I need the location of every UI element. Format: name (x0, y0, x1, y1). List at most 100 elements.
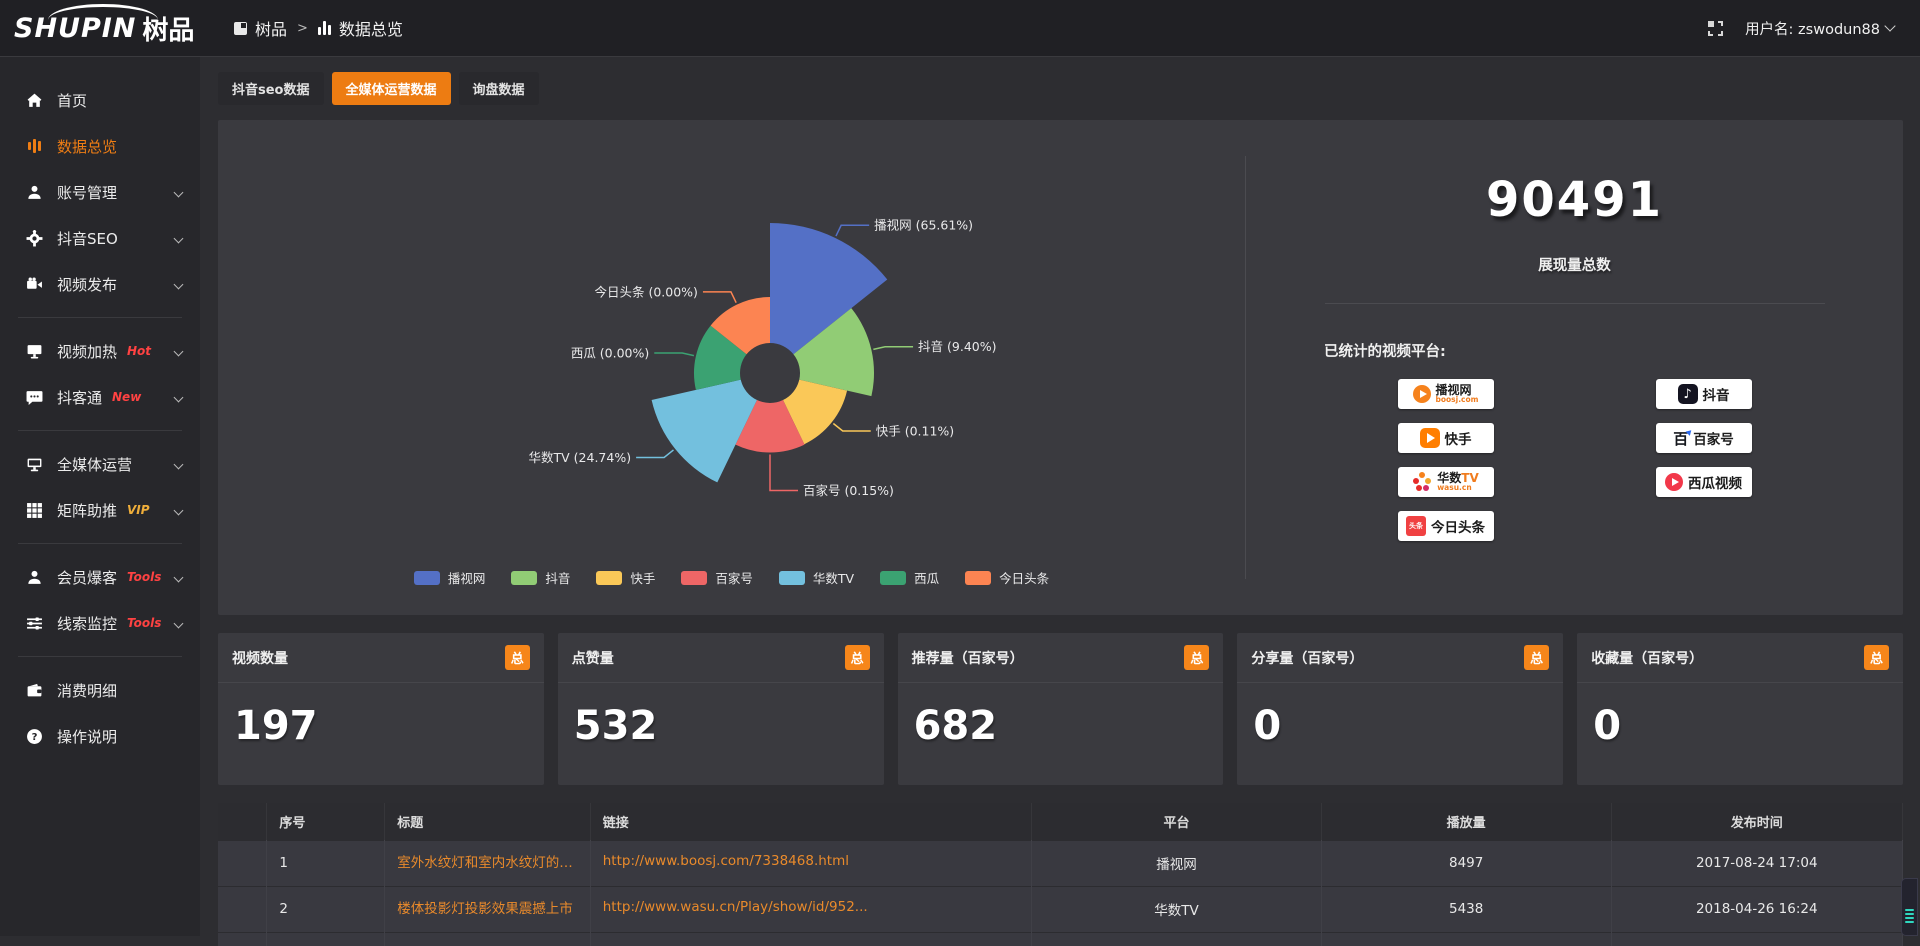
platform-badges: 播视网 boosj.com 快手 华数TV wasu.cn (1246, 379, 1903, 541)
sidebar-item-operation-guide[interactable]: ? 操作说明 (0, 713, 200, 759)
sidebar-divider (18, 656, 182, 657)
boosj-logo-icon (1413, 385, 1431, 403)
stat-title: 推荐量（百家号） (912, 648, 1024, 668)
tab-omnimedia-operation-data[interactable]: 全媒体运营数据 (332, 72, 451, 105)
column-header-link: 链接 (590, 803, 1031, 840)
user-menu[interactable]: 用户名: zswodun88 (1745, 18, 1894, 39)
platform-badge-xigua[interactable]: 西瓜视频 (1656, 467, 1752, 497)
breadcrumb-root[interactable]: 树品 (255, 16, 287, 40)
platform-badge-baijiahao[interactable]: 百 百家号 (1656, 423, 1752, 453)
sidebar-divider (18, 430, 182, 431)
video-title-link[interactable]: 室外水纹灯和室内水纹灯的区别和简介 (397, 851, 578, 871)
sidebar-item-clue-monitor[interactable]: 线索监控 Tools (0, 600, 200, 646)
floating-widget[interactable] (1901, 878, 1918, 936)
legend-item[interactable]: 今日头条 (965, 568, 1049, 587)
legend-item[interactable]: 播视网 (414, 568, 486, 587)
hot-badge: Hot (127, 344, 151, 358)
total-badge[interactable]: 总 (1184, 645, 1209, 670)
fullscreen-icon[interactable] (1708, 21, 1723, 36)
sidebar: 首页 数据总览 账号管理 抖音SEO 视频发布 视频加热 Hot (0, 57, 200, 936)
sidebar-item-label: 数据总览 (57, 136, 117, 157)
stat-title: 收藏量（百家号） (1591, 648, 1703, 668)
toutiao-logo-icon: 头条 (1406, 516, 1426, 536)
stat-value: 0 (1237, 683, 1563, 749)
legend-item[interactable]: 百家号 (681, 568, 753, 587)
sidebar-item-consumption-detail[interactable]: 消费明细 (0, 667, 200, 713)
sidebar-item-label: 账号管理 (57, 182, 117, 203)
chevron-down-icon (174, 505, 184, 515)
tools-badge: Tools (127, 616, 161, 630)
total-badge[interactable]: 总 (845, 645, 870, 670)
baijiahao-logo-icon: 百 (1673, 428, 1688, 449)
douyin-logo-icon: ♪ (1678, 384, 1698, 404)
sidebar-item-home[interactable]: 首页 (0, 77, 200, 123)
sidebar-item-label: 视频加热 (57, 341, 117, 362)
platform-badge-kuaishou[interactable]: 快手 (1398, 423, 1494, 453)
pie-label: 快手 (0.11%) (876, 424, 954, 439)
legend-item[interactable]: 快手 (596, 568, 655, 587)
platform-caption: wasu.cn (1437, 484, 1479, 492)
app-logo[interactable]: SHUPIN 树品 (0, 0, 200, 57)
platform-name: 抖音 (1703, 384, 1730, 404)
sidebar-item-doukertong[interactable]: 抖客通 New (0, 374, 200, 420)
legend-swatch (596, 571, 622, 585)
pie-slice-4[interactable] (652, 380, 757, 483)
person-icon (26, 569, 43, 586)
platform-badge-toutiao[interactable]: 头条 今日头条 (1398, 511, 1494, 541)
sidebar-item-video-publish[interactable]: 视频发布 (0, 261, 200, 307)
stat-card-likes: 点赞量总 532 (558, 633, 884, 785)
video-url-link[interactable]: http://www.wasu.cn/Play/show/id/952... (603, 899, 868, 915)
breadcrumb-current[interactable]: 数据总览 (339, 16, 403, 40)
sidebar-item-video-heating[interactable]: 视频加热 Hot (0, 328, 200, 374)
grid-icon (26, 502, 43, 519)
cell-publish-time: 2018-04-26 16:24 (1611, 886, 1902, 932)
wallet-icon (26, 682, 43, 699)
cell-platform: 华数TV (1032, 886, 1322, 932)
chevron-down-icon (174, 233, 184, 243)
legend-swatch (965, 571, 991, 585)
overview-panel: 播视网 (65.61%)抖音 (9.40%)快手 (0.11%)百家号 (0.1… (218, 120, 1903, 615)
sidebar-item-label: 抖客通 (57, 387, 102, 408)
sidebar-item-omnimedia-operation[interactable]: 全媒体运营 (0, 441, 200, 487)
legend-item[interactable]: 西瓜 (880, 568, 939, 587)
cell-no: 1 (267, 840, 385, 886)
pie-label-line (873, 347, 913, 350)
platforms-title: 已统计的视频平台: (1324, 340, 1903, 361)
app-grid-icon (234, 22, 247, 35)
legend-item[interactable]: 华数TV (779, 568, 854, 587)
total-impressions-value: 90491 (1246, 172, 1903, 228)
tools-badge: Tools (127, 570, 161, 584)
legend-swatch (511, 571, 537, 585)
legend-label: 百家号 (715, 568, 753, 587)
legend-item[interactable]: 抖音 (511, 568, 570, 587)
monitor-icon (26, 456, 43, 473)
pie-label-line (654, 353, 694, 356)
platform-badge-boosj[interactable]: 播视网 boosj.com (1398, 379, 1494, 409)
legend-swatch (414, 571, 440, 585)
legend-swatch (779, 571, 805, 585)
sidebar-item-member-marketing[interactable]: 会员爆客 Tools (0, 554, 200, 600)
sidebar-item-data-overview[interactable]: 数据总览 (0, 123, 200, 169)
total-badge[interactable]: 总 (505, 645, 530, 670)
stat-card-shares: 分享量（百家号）总 0 (1237, 633, 1563, 785)
total-badge[interactable]: 总 (1864, 645, 1889, 670)
pie-label-line (703, 292, 736, 303)
sidebar-item-account-management[interactable]: 账号管理 (0, 169, 200, 215)
pie-label-line (636, 450, 673, 457)
video-url-link[interactable]: http://www.boosj.com/7338468.html (603, 853, 849, 869)
platform-badge-douyin[interactable]: ♪ 抖音 (1656, 379, 1752, 409)
sidebar-divider (18, 543, 182, 544)
video-title-link[interactable]: 楼体投影灯投影效果震撼上市 (397, 897, 573, 917)
total-badge[interactable]: 总 (1524, 645, 1549, 670)
pie-label-line (836, 225, 869, 236)
pie-label: 西瓜 (0.00%) (571, 345, 649, 360)
tab-inquiry-data[interactable]: 询盘数据 (459, 72, 539, 105)
tab-douyin-seo-data[interactable]: 抖音seo数据 (218, 72, 324, 105)
sidebar-item-douyin-seo[interactable]: 抖音SEO (0, 215, 200, 261)
sidebar-item-matrix-boost[interactable]: 矩阵助推 VIP (0, 487, 200, 533)
legend-label: 西瓜 (914, 568, 939, 587)
legend-label: 抖音 (545, 568, 570, 587)
bar-chart-icon (26, 138, 43, 155)
username-label: 用户名: zswodun88 (1745, 18, 1880, 39)
platform-badge-wasu[interactable]: 华数TV wasu.cn (1398, 467, 1494, 497)
